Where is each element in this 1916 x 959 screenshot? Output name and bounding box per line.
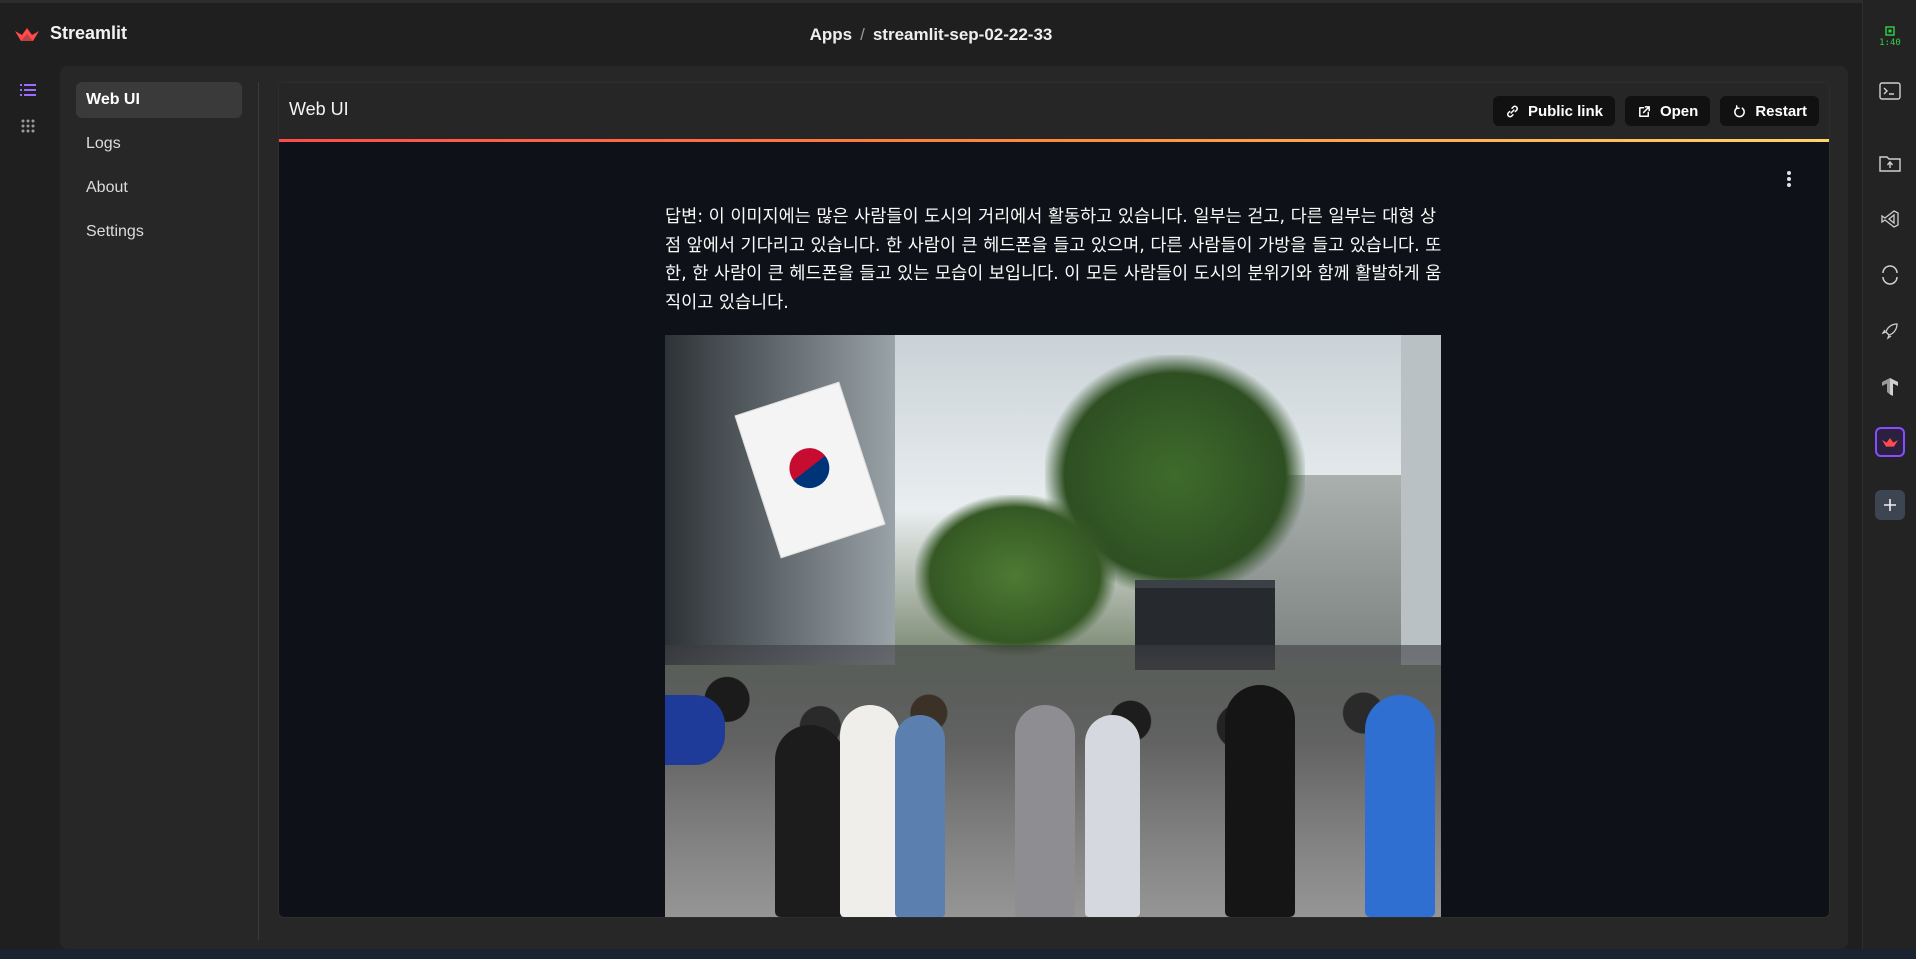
photo-sign [665,695,725,765]
vscode-icon [1881,210,1899,228]
rocket-icon [1881,323,1898,340]
more-options-icon[interactable] [1785,169,1793,189]
right-rail: 1:40 [1862,0,1916,959]
restart-label: Restart [1755,102,1807,120]
open-button[interactable]: Open [1624,96,1711,126]
list-icon [20,84,36,96]
web-ui-header: Web UI Public link Open Restart [279,83,1829,139]
tensorflow-icon [1882,378,1898,396]
flag-emblem [784,442,835,494]
deploy-button[interactable] [1875,316,1905,346]
plus-icon [1884,499,1896,511]
circle-icon [1882,265,1898,285]
taskbar-strip [0,949,1916,959]
web-ui-frame: Web UI Public link Open Restart 답변: 이 이미… [278,82,1830,918]
photo-person [895,715,945,917]
photo-person [1085,715,1140,917]
restart-icon [1734,104,1746,117]
subnav-item-settings[interactable]: Settings [76,214,242,250]
photo-person [840,705,900,917]
open-label: Open [1659,102,1699,120]
photo-person [1365,695,1435,917]
streamlit-button[interactable] [1875,427,1905,457]
terminal-icon [1879,82,1901,100]
subnav-item-logs[interactable]: Logs [76,126,242,162]
circle-app-button[interactable] [1875,260,1905,290]
vscode-button[interactable] [1875,204,1905,234]
sub-navigation: Web UI Logs About Settings [76,82,242,258]
header-actions: Public link Open Restart [1492,96,1819,126]
terminal-button[interactable] [1875,76,1905,106]
grid-icon [21,119,35,133]
breadcrumb-apps[interactable]: Apps [810,25,853,44]
external-link-icon [1639,105,1650,117]
public-link-button[interactable]: Public link [1492,96,1615,126]
left-rail [0,66,56,949]
subnav-item-web-ui[interactable]: Web UI [76,82,242,118]
apps-grid-button[interactable] [14,112,42,140]
answer-text: 답변: 이 이미지에는 많은 사람들이 도시의 거리에서 활동하고 있습니다. … [665,207,1442,313]
timer-widget[interactable]: 1:40 [1874,16,1906,56]
top-bar: Streamlit Apps / streamlit-sep-02-22-33 [0,0,1862,66]
photo-building-right [1401,335,1441,665]
subnav-item-about[interactable]: About [76,170,242,206]
add-app-button[interactable] [1875,490,1905,520]
streamlit-icon [1882,438,1898,447]
restart-button[interactable]: Restart [1720,96,1819,126]
tensorflow-button[interactable] [1875,372,1905,402]
photo-person [1225,685,1295,917]
public-link-label: Public link [1527,102,1603,120]
app-header-decoration [279,139,1829,142]
breadcrumb: Apps / streamlit-sep-02-22-33 [0,25,1862,45]
link-icon [1507,105,1518,117]
photo-person [775,725,845,917]
breadcrumb-separator: / [860,25,865,44]
list-view-button[interactable] [14,76,42,104]
subnav-divider [258,82,259,940]
street-photo [665,335,1441,917]
timer-value: 1:40 [1879,38,1901,48]
chip-icon [1885,26,1895,36]
photo-tree [915,495,1115,655]
breadcrumb-app-name[interactable]: streamlit-sep-02-22-33 [873,25,1053,44]
web-ui-title: Web UI [289,99,349,119]
file-transfer-button[interactable] [1875,148,1905,178]
file-transfer-icon [1879,156,1901,172]
photo-person [1015,705,1075,917]
